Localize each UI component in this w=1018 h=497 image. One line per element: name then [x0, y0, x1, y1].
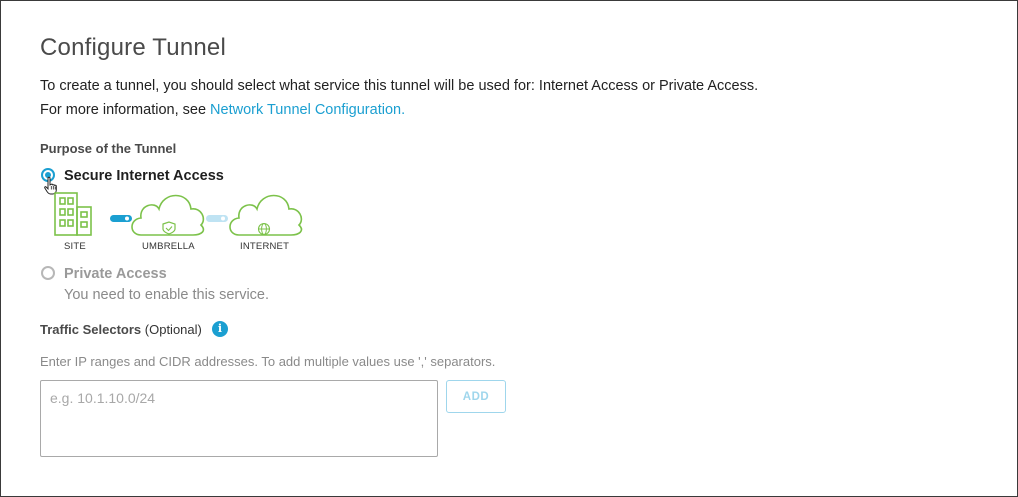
umbrella-caption: UMBRELLA [142, 241, 195, 252]
building-icon [54, 192, 92, 236]
internet-caption: INTERNET [240, 241, 290, 252]
optional-text: (Optional) [141, 322, 202, 337]
cloud-shield-icon [131, 194, 205, 236]
traffic-selectors-input[interactable] [40, 380, 438, 457]
site-caption: SITE [64, 241, 86, 252]
traffic-selectors-title: Traffic Selectors [40, 322, 142, 337]
add-button[interactable]: ADD [446, 380, 506, 413]
purpose-label: Purpose of the Tunnel [40, 141, 177, 156]
description-text: To create a tunnel, you should select wh… [40, 78, 759, 94]
tunnel-diagram-graphic [54, 192, 303, 236]
traffic-selectors-label: Traffic Selectors (Optional) [40, 322, 202, 337]
configure-tunnel-panel: Configure Tunnel To create a tunnel, you… [0, 0, 1018, 497]
secure-internet-access-label[interactable]: Secure Internet Access [64, 168, 224, 184]
page-title: Configure Tunnel [40, 34, 226, 61]
cloud-globe-icon [229, 194, 303, 236]
private-access-radio[interactable] [41, 266, 55, 280]
private-access-label[interactable]: Private Access [64, 266, 167, 282]
traffic-selectors-hint: Enter IP ranges and CIDR addresses. To a… [40, 354, 496, 369]
more-info-text: For more information, see Network Tunnel… [40, 102, 405, 118]
info-icon[interactable]: i [212, 321, 228, 337]
tunnel-diagram: SITE UMBRELLA INTERNET [41, 187, 311, 257]
more-info-prefix: For more information, see [40, 102, 211, 118]
private-access-note: You need to enable this service. [64, 287, 270, 303]
network-tunnel-config-link[interactable]: Network Tunnel Configuration. [210, 102, 405, 118]
